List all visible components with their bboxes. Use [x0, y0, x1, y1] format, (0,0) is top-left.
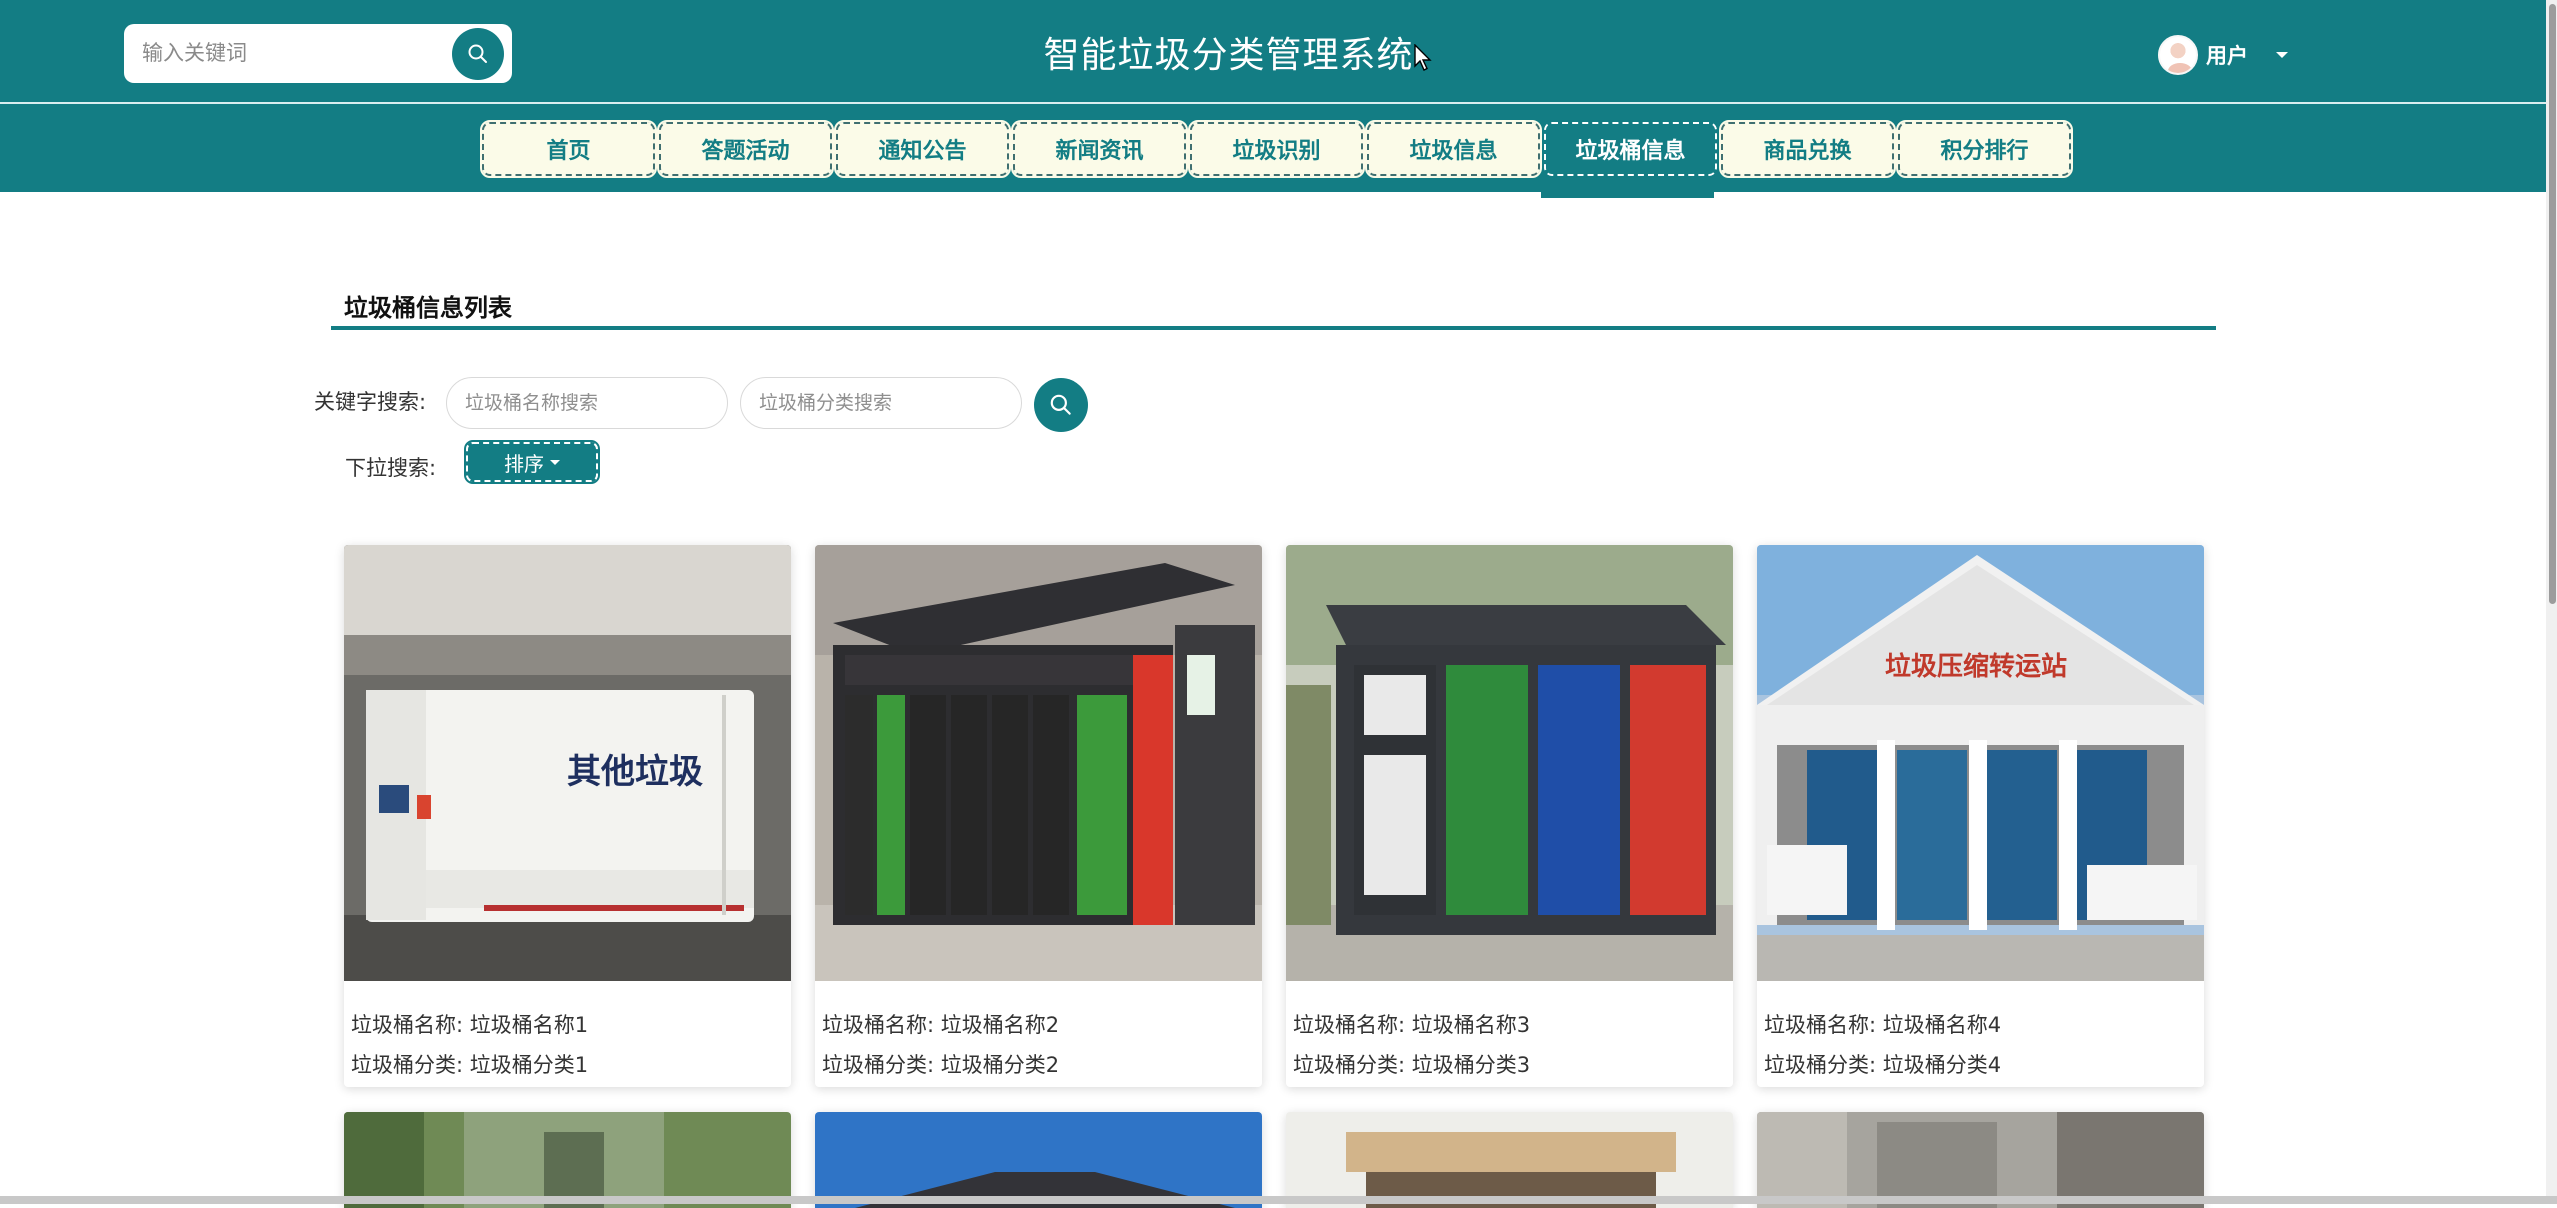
title-divider: [331, 326, 2216, 330]
bin-type-text: 垃圾桶分类: 垃圾桶分类3: [1293, 1053, 1531, 1077]
user-menu[interactable]: 用户: [2158, 34, 2288, 76]
dropdown-search-label: 下拉搜索:: [345, 456, 437, 480]
bin-card[interactable]: [815, 1112, 1262, 1208]
bin-name-text: 垃圾桶名称: 垃圾桶名称3: [1293, 1013, 1531, 1037]
bin-image: [815, 1112, 1262, 1208]
keyword-search-button[interactable]: [1034, 378, 1088, 432]
nav-item-recognition[interactable]: 垃圾识别: [1188, 120, 1365, 178]
active-nav-indicator: [1541, 192, 1714, 198]
bin-image: [1757, 1112, 2204, 1208]
sorting-kiosk-image: [815, 545, 1262, 981]
colored-bins-station-image: [1286, 545, 1733, 981]
bin-name-search-input[interactable]: [446, 377, 728, 429]
site-header: 智能垃圾分类管理系统 用户 首页 答题活动 通知公告 新闻资讯 垃圾识别 垃圾信…: [0, 0, 2557, 192]
bin-type-search-input[interactable]: [740, 377, 1022, 429]
bin-card[interactable]: 垃圾压缩转运站 垃圾桶名称: 垃圾桶名称4 垃圾桶分类: 垃圾桶分类4: [1757, 545, 2204, 1087]
sort-dropdown-button[interactable]: 排序: [464, 440, 600, 484]
bin-card[interactable]: [1757, 1112, 2204, 1208]
chevron-down-icon: [2276, 52, 2288, 58]
caret-down-icon: [550, 459, 560, 465]
nav-item-notice[interactable]: 通知公告: [834, 120, 1011, 178]
bin-card[interactable]: 垃圾桶名称: 垃圾桶名称2 垃圾桶分类: 垃圾桶分类2: [815, 545, 1262, 1087]
main-nav: 首页 答题活动 通知公告 新闻资讯 垃圾识别 垃圾信息 垃圾桶信息 商品兑换 积…: [480, 120, 2073, 178]
user-label: 用户: [2206, 44, 2248, 68]
nav-item-garbage-info[interactable]: 垃圾信息: [1365, 120, 1542, 178]
truck-label-text: 其他垃圾: [567, 752, 703, 792]
page-scrollbar-thumb[interactable]: [2549, 4, 2556, 604]
bin-name-text: 垃圾桶名称: 垃圾桶名称1: [351, 1013, 589, 1037]
bin-card[interactable]: 其他垃圾 垃圾桶名称: 垃圾桶名称1 垃圾桶分类: 垃圾桶分类1: [344, 545, 791, 1087]
nav-item-news[interactable]: 新闻资讯: [1011, 120, 1188, 178]
bin-card[interactable]: [1286, 1112, 1733, 1208]
app-title: 智能垃圾分类管理系统: [1043, 35, 1414, 76]
transfer-station-image: 垃圾压缩转运站: [1757, 545, 2204, 981]
bin-name-text: 垃圾桶名称: 垃圾桶名称2: [822, 1013, 1060, 1037]
bin-name-text: 垃圾桶名称: 垃圾桶名称4: [1764, 1013, 2002, 1037]
search-icon: [1050, 394, 1071, 415]
compactor-truck-image: 其他垃圾: [344, 545, 791, 981]
bin-type-text: 垃圾桶分类: 垃圾桶分类4: [1764, 1053, 2002, 1077]
sort-label: 排序: [504, 451, 544, 476]
page-title: 垃圾桶信息列表: [344, 294, 512, 322]
station-sign-text: 垃圾压缩转运站: [1885, 651, 2067, 682]
nav-item-bin-info[interactable]: 垃圾桶信息: [1542, 120, 1719, 178]
keyword-search-label: 关键字搜索:: [314, 390, 427, 414]
header-top-bar: 智能垃圾分类管理系统 用户: [0, 0, 2557, 104]
bin-card[interactable]: [344, 1112, 791, 1208]
avatar: [2158, 35, 2198, 75]
bin-image: [344, 1112, 791, 1208]
bin-type-text: 垃圾桶分类: 垃圾桶分类2: [822, 1053, 1060, 1077]
nav-item-quiz[interactable]: 答题活动: [657, 120, 834, 178]
nav-item-ranking[interactable]: 积分排行: [1896, 120, 2073, 178]
nav-item-home[interactable]: 首页: [480, 120, 657, 178]
mouse-cursor-icon: [1414, 44, 1432, 71]
window-bottom-edge: [0, 1196, 2557, 1204]
bin-card[interactable]: 垃圾桶名称: 垃圾桶名称3 垃圾桶分类: 垃圾桶分类3: [1286, 545, 1733, 1087]
bin-image: [1286, 1112, 1733, 1208]
bin-type-text: 垃圾桶分类: 垃圾桶分类1: [351, 1053, 589, 1077]
nav-item-exchange[interactable]: 商品兑换: [1719, 120, 1896, 178]
